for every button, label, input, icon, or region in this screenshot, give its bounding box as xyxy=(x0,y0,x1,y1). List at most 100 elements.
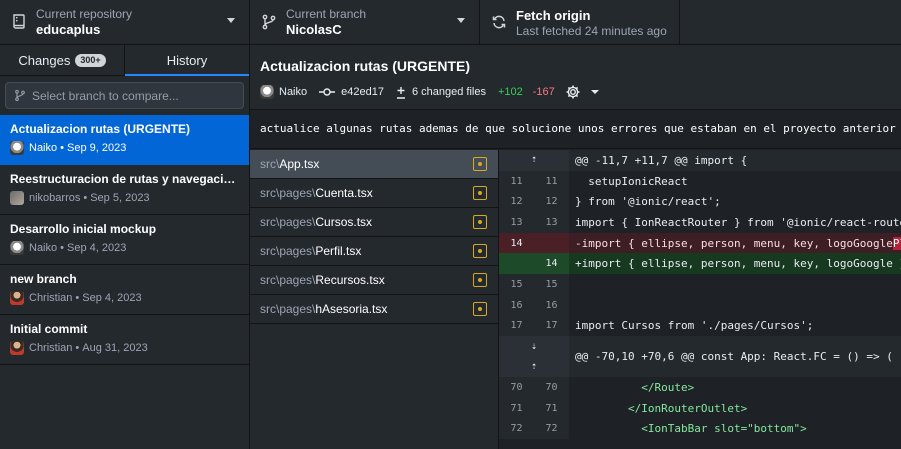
old-line-number: 15 xyxy=(510,278,523,290)
sidebar-tabs: Changes 300+ History xyxy=(0,45,249,76)
new-line-number: 14 xyxy=(545,258,558,270)
new-line-number xyxy=(534,233,569,254)
sidebar: Changes 300+ History Actualizacion rutas… xyxy=(0,45,250,449)
last-fetched-text: Last fetched 24 minutes ago xyxy=(516,24,667,38)
old-line-number: 14 xyxy=(510,237,523,249)
diff-options-button[interactable] xyxy=(565,84,599,100)
commit-sha-info[interactable]: e42ed17 xyxy=(319,86,384,98)
current-branch-label: Current branch xyxy=(286,7,367,21)
tab-history[interactable]: History xyxy=(124,45,249,76)
file-list-item[interactable]: src\pages\ hAsesoria.tsx xyxy=(250,295,498,324)
commit-author: Naiko xyxy=(29,242,58,254)
diff-line: 11 11 setupIonicReact xyxy=(499,170,901,192)
file-list-item[interactable]: src\pages\ Recursos.tsx xyxy=(250,266,498,295)
diff-code: import { IonReactRouter } from '@ionic/r… xyxy=(575,215,901,229)
file-name: Cursos.tsx xyxy=(315,215,373,229)
old-line-number: 17 xyxy=(510,320,523,332)
expand-hunk-button[interactable]: ⇡ xyxy=(499,150,569,171)
diff-icon xyxy=(396,86,405,99)
separator-dot: • xyxy=(60,242,64,254)
expand-hunk-button[interactable]: ⇣ ⇡ xyxy=(499,336,569,378)
chevron-down-icon xyxy=(590,90,599,94)
commit-author: nikobarros xyxy=(29,192,81,204)
commit-list-item[interactable]: new branch Christian • Sep 4, 2023 xyxy=(0,265,249,315)
tab-changes[interactable]: Changes 300+ xyxy=(0,45,124,75)
toolbar: Current repository educaplus Current bra… xyxy=(0,0,901,45)
commit-author-info: Naiko xyxy=(260,85,307,99)
new-line-number: 15 xyxy=(545,278,558,290)
commit-author: Christian xyxy=(29,342,73,354)
expand-up-icon: ⇡ xyxy=(530,154,538,166)
old-line-number: 12 xyxy=(510,196,523,208)
new-line-number: 11 xyxy=(545,175,558,187)
old-line-number xyxy=(499,253,534,274)
commit-title: Desarrollo inicial mockup xyxy=(10,222,157,236)
new-line-number: 70 xyxy=(545,382,558,394)
diff-line: 16 16 xyxy=(499,294,901,316)
commit-date: Sep 5, 2023 xyxy=(90,192,150,204)
file-dir: src\pages\ xyxy=(260,273,316,287)
new-line-number: 72 xyxy=(545,423,558,435)
current-branch-dropdown[interactable]: Current branch NicolasC xyxy=(250,0,480,45)
diff-code: -import { ellipse, person, menu, key, lo… xyxy=(569,236,901,250)
new-line-number: 16 xyxy=(545,299,558,311)
tab-changes-label: Changes xyxy=(18,52,71,68)
file-list-item[interactable]: src\pages\ Perfil.tsx xyxy=(250,237,498,266)
commit-meta: nikobarros • Sep 5, 2023 xyxy=(10,191,239,205)
commit-title: new branch xyxy=(10,272,77,286)
repo-icon xyxy=(13,14,25,29)
hunk-text: @@ -11,7 +11,7 @@ import { xyxy=(575,153,748,167)
file-modified-icon xyxy=(473,302,487,316)
file-name: hAsesoria.tsx xyxy=(315,302,388,316)
current-repository-dropdown[interactable]: Current repository educaplus xyxy=(0,0,250,45)
chevron-down-icon xyxy=(227,18,235,23)
branch-compare-input[interactable] xyxy=(32,88,232,103)
git-commit-icon xyxy=(319,88,336,96)
avatar xyxy=(10,191,24,205)
commit-list-item[interactable]: Initial commit Christian • Aug 31, 2023 xyxy=(0,315,249,365)
diff-code: } from '@ionic/react'; xyxy=(575,195,721,209)
file-modified-icon xyxy=(473,157,487,171)
diff-highlight: Playst xyxy=(892,236,901,250)
diff-code: </IonRouterOutlet> xyxy=(575,401,748,415)
diff-view: ⇡ @@ -11,7 +11,7 @@ import { 11 11 setupI… xyxy=(499,150,901,449)
commit-meta: Naiko • Sep 4, 2023 xyxy=(10,241,239,255)
file-list-item[interactable]: src\ App.tsx xyxy=(250,150,498,179)
commit-summary-title: Actualizacion rutas (URGENTE) xyxy=(260,58,471,74)
commit-list-item[interactable]: Desarrollo inicial mockup Naiko • Sep 4,… xyxy=(0,215,249,265)
commit-description: actualice algunas rutas ademas de que so… xyxy=(250,111,901,149)
additions-count: +102 xyxy=(497,86,523,98)
fetch-origin-button[interactable]: Fetch origin Last fetched 24 minutes ago xyxy=(480,0,680,45)
commit-date: Sep 4, 2023 xyxy=(66,242,127,254)
diff-hunk-header: ⇣ ⇡ @@ -70,10 +70,6 @@ const App: React.F… xyxy=(499,336,901,378)
new-line-number: 17 xyxy=(545,320,558,332)
diff-code-text: -import { ellipse, person, menu, key, lo… xyxy=(575,236,893,250)
diff-line: 15 15 xyxy=(499,274,901,295)
diff-line: 71 71 </IonRouterOutlet> xyxy=(499,397,901,419)
old-line-number: 71 xyxy=(510,402,523,414)
old-line-number: 70 xyxy=(510,382,523,394)
commit-list-item[interactable]: Actualizacion rutas (URGENTE) Naiko • Se… xyxy=(0,115,249,165)
file-name: Perfil.tsx xyxy=(315,244,362,258)
current-branch-value: NicolasC xyxy=(286,22,342,37)
commit-list-item[interactable]: Reestructuracion de rutas y navegacion..… xyxy=(0,165,249,215)
diff-line: 12 12 } from '@ionic/react'; xyxy=(499,191,901,213)
changes-count-badge: 300+ xyxy=(75,53,106,67)
old-line-number: 11 xyxy=(510,175,523,187)
file-modified-icon xyxy=(473,215,487,229)
avatar xyxy=(10,341,24,355)
branch-compare-box[interactable] xyxy=(5,82,244,109)
file-dir: src\pages\ xyxy=(260,302,316,316)
diff-line-added: 14 +import { ellipse, person, menu, key,… xyxy=(499,253,901,275)
separator-dot: • xyxy=(60,142,64,154)
sync-icon xyxy=(492,15,506,29)
old-line-number: 72 xyxy=(510,423,523,435)
old-line-number: 13 xyxy=(510,216,523,228)
commit-date: Sep 4, 2023 xyxy=(82,292,142,304)
file-list-item[interactable]: src\pages\ Cursos.tsx xyxy=(250,208,498,237)
file-name: Recursos.tsx xyxy=(315,273,385,287)
new-line-number: 13 xyxy=(545,216,558,228)
file-list-item[interactable]: src\pages\ Cuenta.tsx xyxy=(250,179,498,208)
file-modified-icon xyxy=(473,273,487,287)
commit-title: Reestructuracion de rutas y navegacion..… xyxy=(10,172,242,186)
